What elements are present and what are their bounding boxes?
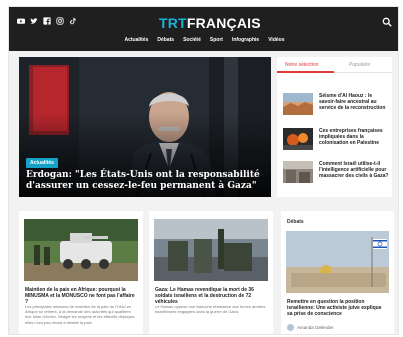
article-summary: Les principales missions de maintien de … [25, 304, 136, 325]
side-item-thumbnail [283, 93, 313, 115]
side-item-thumbnail [283, 128, 313, 150]
instagram-icon[interactable] [56, 17, 64, 25]
side-list-item[interactable]: Séisme d'Al Haouz : le savoir-faire ance… [283, 93, 389, 127]
debate-card[interactable]: Débats Remettre en question la position … [281, 211, 394, 334]
site-header: TRTFRANÇAIS Actualités Débats Société Sp… [9, 7, 398, 51]
facebook-icon[interactable] [43, 17, 51, 25]
side-item-title: Ces entreprises françaises impliquées da… [319, 128, 383, 147]
nav-item-videos[interactable]: Vidéos [268, 37, 284, 43]
main-nav: Actualités Débats Société Sport Infograp… [9, 37, 398, 43]
hero-article[interactable]: Actualités Erdogan: "Les États-Unis ont … [19, 57, 271, 197]
article-image [286, 231, 389, 293]
section-label: Débats [287, 219, 304, 225]
tab-populaire[interactable]: Populaire [349, 62, 370, 68]
category-badge[interactable]: Actualités [26, 158, 58, 168]
nav-item-debats[interactable]: Débats [157, 37, 174, 43]
tiktok-icon[interactable] [69, 17, 77, 25]
side-item-title: Séisme d'Al Haouz : le savoir-faire ance… [319, 93, 386, 112]
twitter-icon[interactable] [30, 17, 38, 25]
logo-trt: TRT [159, 15, 187, 31]
article-card[interactable]: Gaza: Le Hamas revendique la mort de 36 … [149, 211, 273, 334]
search-icon[interactable] [382, 17, 392, 27]
nav-item-infographie[interactable]: Infographie [232, 37, 259, 43]
side-tabs: Notre sélection Populaire [277, 57, 392, 73]
side-item-thumbnail [283, 161, 313, 183]
page-frame: TRTFRANÇAIS Actualités Débats Société Sp… [8, 6, 399, 335]
article-title: Remettre en question la position israéli… [287, 299, 382, 318]
site-logo[interactable]: TRTFRANÇAIS [159, 15, 261, 31]
avatar [287, 324, 294, 331]
social-links [17, 17, 77, 25]
article-card[interactable]: Maintien de la paix en Afrique: pourquoi… [19, 211, 143, 334]
hero-headline[interactable]: Erdogan: "Les États-Unis ont la responsa… [26, 170, 266, 192]
active-tab-indicator [277, 71, 334, 73]
logo-francais: FRANÇAIS [186, 15, 261, 31]
article-title: Gaza: Le Hamas revendique la mort de 36 … [155, 287, 254, 306]
nav-item-sport[interactable]: Sport [210, 37, 223, 43]
author-name: Amanda Gelender [297, 325, 334, 330]
nav-item-actualites[interactable]: Actualités [125, 37, 149, 43]
article-image [24, 219, 138, 281]
article-image [154, 219, 268, 281]
side-list-item[interactable]: Ces entreprises françaises impliquées da… [283, 128, 389, 162]
article-summary: Le Hamas oppose une farouche résistance … [155, 304, 266, 315]
author-byline[interactable]: Amanda Gelender [287, 324, 334, 331]
side-item-title: Comment Israël utilise-t-il l'intelligen… [319, 161, 389, 180]
article-title: Maintien de la paix en Afrique: pourquoi… [25, 287, 135, 306]
side-panel: Notre sélection Populaire Séisme d'Al Ha… [277, 57, 392, 197]
youtube-icon[interactable] [17, 17, 25, 25]
nav-item-societe[interactable]: Société [183, 37, 201, 43]
tab-notre-selection[interactable]: Notre sélection [285, 62, 318, 68]
side-list-item[interactable]: Comment Israël utilise-t-il l'intelligen… [283, 161, 389, 195]
